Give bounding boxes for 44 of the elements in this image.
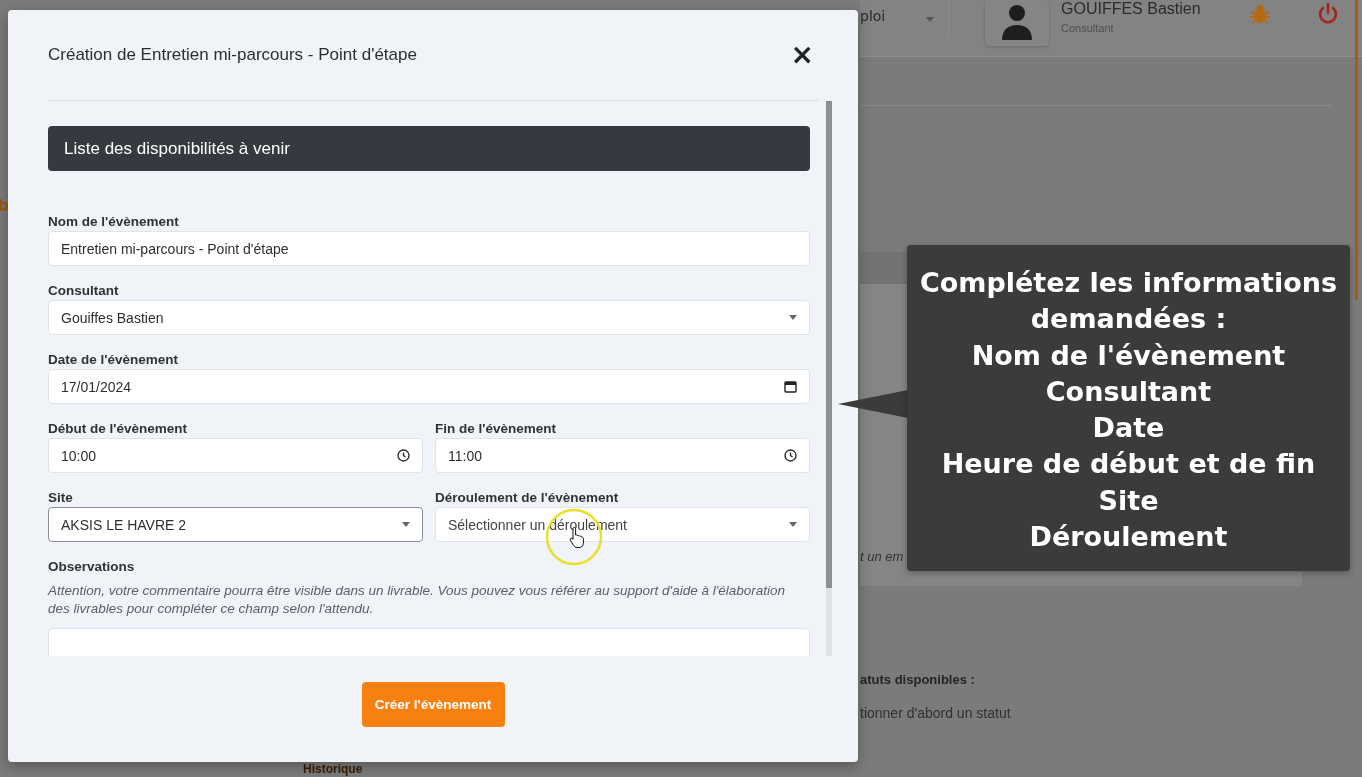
field-label: Nom de l'évènement: [48, 214, 179, 230]
user-icon: [1000, 4, 1034, 42]
callout-text: Site: [1098, 483, 1159, 518]
page-text: t un em: [860, 549, 904, 564]
date-field[interactable]: 17/01/2024: [48, 369, 810, 404]
caret-icon: [789, 522, 797, 527]
scrollbar-thumb[interactable]: [826, 101, 832, 588]
time-field[interactable]: 11:00: [435, 438, 810, 473]
page-text: b: [0, 197, 9, 215]
field-label: Début de l'évènement: [48, 421, 187, 437]
field-label: Observations: [48, 559, 135, 575]
status-hint: tionner d'abord un statut: [860, 705, 1012, 721]
field-label: Déroulement de l'évènement: [435, 490, 619, 506]
field-label: Fin de l'évènement: [435, 421, 556, 437]
callout-text: Heure de début et de fin: [941, 447, 1316, 482]
help-text: Attention, votre commentaire pourra être visible dans un livrable. Vous pouvez vous référer au support d'aide à l'élaboration des livrables pour compléter ce champ selon l'attendu.: [48, 582, 787, 618]
callout-text: Consultant: [1045, 374, 1212, 409]
caret-icon: [789, 315, 797, 320]
avatar-card[interactable]: [985, 0, 1049, 46]
status-label: atuts disponibles :: [860, 672, 976, 687]
select-field[interactable]: AKSIS LE HAVRE 2: [48, 507, 423, 542]
clock-icon: [397, 449, 410, 462]
select-field[interactable]: Gouiffes Bastien: [48, 300, 810, 335]
user-name: GOUIFFES Bastien: [1061, 0, 1201, 18]
section-title: Historique: [303, 763, 363, 776]
field-label: Consultant: [48, 283, 119, 299]
field-label: Site: [48, 490, 73, 506]
text-field[interactable]: Entretien mi-parcours - Point d'étape: [48, 231, 810, 266]
callout-text: Nom de l'évènement: [971, 338, 1286, 373]
caret-icon: [402, 522, 410, 527]
select-field[interactable]: ploi: [860, 0, 949, 38]
time-field[interactable]: 10:00: [48, 438, 423, 473]
clock-icon: [784, 449, 797, 462]
callout-text: Complétez les informations demandées :: [918, 266, 1339, 337]
bug-icon[interactable]: [1248, 3, 1271, 25]
section-header: Liste des disponibilités à venir: [48, 126, 810, 171]
caret-icon: [926, 16, 934, 22]
callout-text: Date: [1092, 411, 1165, 446]
callout-text: Déroulement: [1029, 520, 1228, 555]
close-button[interactable]: ×: [786, 41, 818, 69]
modal-title: Création de Entretien mi-parcours - Point d'étape: [48, 45, 417, 65]
calendar-icon: [784, 380, 797, 393]
field-label: Date de l'évènement: [48, 352, 178, 368]
power-icon[interactable]: [1316, 3, 1339, 25]
